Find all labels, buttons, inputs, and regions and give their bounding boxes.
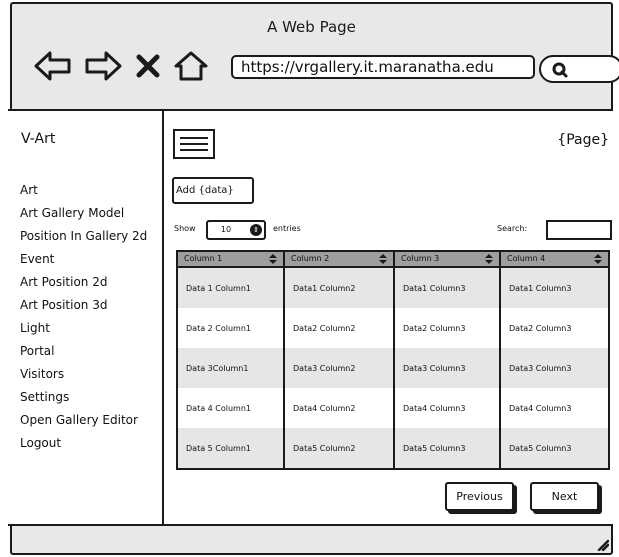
sidebar-item-position-in-gallery-2d[interactable]: Position In Gallery 2d: [20, 225, 147, 248]
table-cell: Data3 Column2: [285, 348, 395, 388]
address-bar[interactable]: https://vrgallery.it.maranatha.edu: [231, 55, 535, 79]
column-header-label: Column 4: [507, 254, 546, 263]
table-search-input[interactable]: [546, 220, 612, 240]
sidebar: V-Art Art Art Gallery Model Position In …: [8, 111, 164, 524]
column-header-label: Column 1: [184, 254, 223, 263]
page-label: {Page}: [557, 132, 609, 148]
table-cell: Data4 Column2: [285, 388, 395, 428]
stop-x-icon[interactable]: [136, 54, 160, 78]
table-cell: Data5 Column3: [501, 428, 608, 468]
previous-button[interactable]: Previous: [445, 482, 514, 511]
back-arrow-icon[interactable]: [34, 50, 72, 82]
sidebar-item-art[interactable]: Art: [20, 179, 147, 202]
stepper-arrows-icon[interactable]: ⇕: [250, 224, 262, 236]
brand-title: V-Art: [21, 131, 56, 147]
sidebar-item-light[interactable]: Light: [20, 317, 147, 340]
data-table: Column 1 Column 2 Column 3 Column 4 Data…: [176, 250, 610, 470]
sidebar-menu: Art Art Gallery Model Position In Galler…: [20, 179, 147, 455]
search-icon: [552, 62, 568, 78]
table-cell: Data 1 Column1: [178, 268, 285, 308]
next-button[interactable]: Next: [530, 482, 599, 511]
resize-grip-icon[interactable]: [595, 537, 609, 551]
column-header[interactable]: Column 4: [501, 252, 608, 268]
sort-icon[interactable]: [378, 253, 388, 265]
table-cell: Data2 Column2: [285, 308, 395, 348]
show-label: Show: [174, 224, 196, 233]
sidebar-item-visitors[interactable]: Visitors: [20, 363, 147, 386]
browser-search-field[interactable]: [539, 55, 619, 83]
page-content: V-Art Art Art Gallery Model Position In …: [8, 109, 613, 526]
table-cell: Data3 Column3: [395, 348, 501, 388]
column-header[interactable]: Column 3: [395, 252, 501, 268]
table-cell: Data1 Column3: [395, 268, 501, 308]
sidebar-item-art-gallery-model[interactable]: Art Gallery Model: [20, 202, 147, 225]
home-icon[interactable]: [172, 50, 210, 82]
column-header-label: Column 3: [401, 254, 440, 263]
sort-icon[interactable]: [593, 253, 603, 265]
entries-value: 10: [220, 225, 232, 234]
column-header[interactable]: Column 2: [285, 252, 395, 268]
sidebar-item-open-gallery-editor[interactable]: Open Gallery Editor: [20, 409, 147, 432]
table-cell: Data2 Column3: [395, 308, 501, 348]
table-cell: Data 2 Column1: [178, 308, 285, 348]
table-cell: Data 4 Column1: [178, 388, 285, 428]
table-cell: Data5 Column3: [395, 428, 501, 468]
sidebar-item-art-position-3d[interactable]: Art Position 3d: [20, 294, 147, 317]
table-cell: Data1 Column2: [285, 268, 395, 308]
column-header-label: Column 2: [291, 254, 330, 263]
add-data-button[interactable]: Add {data}: [172, 177, 254, 204]
sidebar-item-portal[interactable]: Portal: [20, 340, 147, 363]
table-cell: Data3 Column3: [501, 348, 608, 388]
sort-icon[interactable]: [484, 253, 494, 265]
table-cell: Data4 Column3: [395, 388, 501, 428]
search-label: Search:: [497, 224, 528, 233]
table-cell: Data5 Column2: [285, 428, 395, 468]
table-cell: Data4 Column3: [509, 403, 572, 413]
entries-stepper[interactable]: 10 ⇕: [206, 220, 266, 240]
window-title: A Web Page: [267, 18, 356, 36]
sidebar-item-settings[interactable]: Settings: [20, 386, 147, 409]
sidebar-item-event[interactable]: Event: [20, 248, 147, 271]
forward-arrow-icon[interactable]: [84, 50, 122, 82]
hamburger-menu-icon[interactable]: [173, 129, 215, 159]
sort-icon[interactable]: [268, 253, 278, 265]
table-cell: Data2 Column3: [509, 323, 572, 333]
table-cell: Data 5 Column1: [178, 428, 285, 468]
entries-label: entries: [273, 224, 301, 233]
sidebar-item-art-position-2d[interactable]: Art Position 2d: [20, 271, 147, 294]
sidebar-item-logout[interactable]: Logout: [20, 432, 147, 455]
table-cell: Data1 Column3: [501, 268, 608, 308]
status-bar: [8, 528, 613, 555]
table-cell: Data 3Column1: [178, 348, 285, 388]
column-header[interactable]: Column 1: [178, 252, 285, 268]
